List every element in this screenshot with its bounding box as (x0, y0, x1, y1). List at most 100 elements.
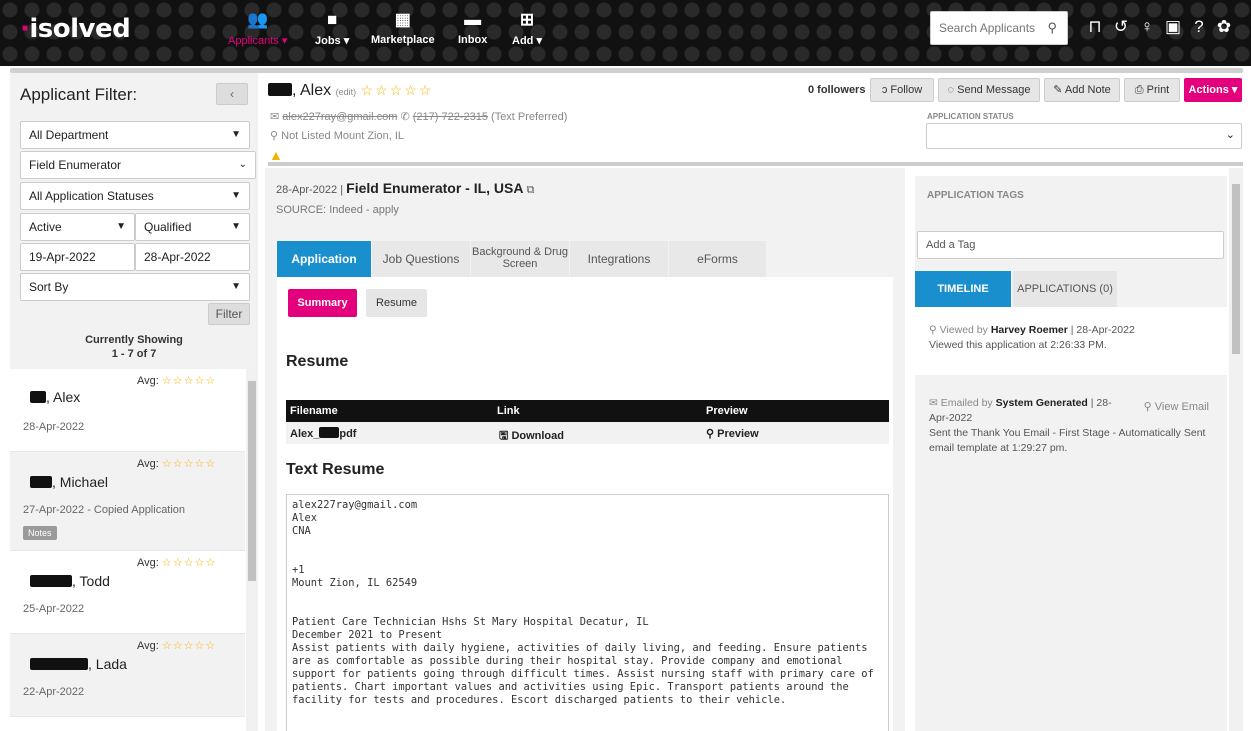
application-tags-label: APPLICATION TAGS (927, 190, 1024, 201)
status-select[interactable]: All Application Statuses▼ (20, 182, 250, 210)
tab-applications[interactable]: APPLICATIONS (0) (1013, 271, 1117, 307)
caret-down-icon: ▼ (231, 214, 241, 240)
subtab-summary[interactable]: Summary (288, 289, 357, 317)
redaction (30, 575, 72, 587)
tab-timeline[interactable]: TIMELINE (915, 271, 1011, 307)
divider (268, 162, 1243, 166)
caret-down-icon: ▼ (116, 214, 126, 240)
phone-link[interactable]: (217) 722-2315 (413, 111, 488, 123)
email-link[interactable]: alex227ray@gmail.com (282, 111, 397, 123)
help-icon[interactable]: ? (1189, 17, 1209, 37)
calendar-icon[interactable]: ▣ (1163, 17, 1183, 37)
search-icon: ⚲ (1144, 401, 1152, 413)
nav-add[interactable]: ⊞ Add ▾ (512, 10, 542, 47)
search-icon: ⚲ (706, 428, 714, 440)
collapse-button[interactable]: ‹ (216, 83, 248, 105)
applicant-list-scrollbar[interactable] (246, 369, 258, 731)
rating-stars-icon[interactable]: ☆☆☆☆☆ (361, 82, 434, 98)
page-scrollbar[interactable] (1229, 168, 1243, 731)
download-link[interactable]: 🖫 Download (499, 427, 564, 446)
chevron-down-icon: ⌄ (1226, 128, 1235, 141)
active-select[interactable]: Active▼ (20, 213, 135, 241)
timeline-item: ✉ Emailed by System Generated | 28-Apr-2… (915, 386, 1227, 466)
redaction (30, 476, 52, 488)
filter-title: Applicant Filter: (20, 85, 137, 105)
search-icon: ⚲ (929, 324, 937, 336)
chevron-down-icon: ⌄ (239, 152, 247, 178)
caret-down-icon: ▼ (231, 183, 241, 209)
applicant-item[interactable]: Avg: ☆☆☆☆☆ , Michael 27-Apr-2022 - Copie… (10, 452, 245, 551)
table-row: Alex_pdf 🖫 Download ⚲ Preview (286, 422, 889, 444)
tab-eforms[interactable]: eForms (669, 241, 766, 277)
printer-icon: ⎙ (1135, 84, 1144, 96)
applicant-name: , Alex (edit) ☆☆☆☆☆ (268, 82, 433, 100)
gear-icon[interactable]: ✿ (1214, 17, 1234, 37)
print-button[interactable]: ⎙ Print (1124, 78, 1180, 102)
plus-box-icon: ⊞ (512, 10, 542, 30)
applicant-filter-panel: Applicant Filter: ‹ All Department▼ Fiel… (10, 73, 258, 731)
applicant-item[interactable]: Avg: ☆☆☆☆☆ , Alex 28-Apr-2022 (10, 369, 245, 452)
phone-icon: ✆ (400, 111, 409, 123)
nav-applicants[interactable]: 👥 Applicants ▾ (228, 10, 287, 47)
tab-background-drug-screen[interactable]: Background & Drug Screen (471, 241, 569, 277)
follow-button[interactable]: ↄ Follow (870, 78, 934, 102)
history-icon[interactable]: ↺ (1111, 17, 1131, 37)
edit-link[interactable]: (edit) (336, 87, 357, 97)
job-select[interactable]: Field Enumerator⌄ (20, 151, 256, 179)
rating-stars-icon: ☆☆☆☆☆ (162, 458, 216, 470)
send-message-button[interactable]: ◌ Send Message (938, 78, 1040, 102)
resume-file-table: Filename Link Preview Alex_pdf 🖫 Downloa… (286, 400, 889, 444)
chat-icon: ◌ (948, 84, 955, 96)
preview-link[interactable]: ⚲ Preview (706, 427, 759, 440)
redaction (30, 391, 46, 403)
qualified-select[interactable]: Qualified▼ (135, 213, 250, 241)
date-to-input[interactable]: 28-Apr-2022 (135, 243, 250, 271)
top-nav: ·isolved 👥 Applicants ▾ ■ Jobs ▾ ▦ Marke… (0, 0, 1251, 66)
department-select[interactable]: All Department▼ (20, 121, 250, 149)
tab-job-questions[interactable]: Job Questions (372, 241, 470, 277)
applicant-item[interactable]: Avg: ☆☆☆☆☆ , Lada 22-Apr-2022 (10, 634, 245, 717)
view-email-link[interactable]: ⚲ View Email (1144, 400, 1209, 415)
date-from-input[interactable]: 19-Apr-2022 (20, 243, 135, 271)
text-resume-body[interactable]: alex227ray@gmail.com Alex CNA +1 Mount Z… (286, 494, 889, 731)
job-title[interactable]: Field Enumerator - IL, USA (346, 180, 523, 196)
redaction (30, 658, 88, 670)
tab-integrations[interactable]: Integrations (570, 241, 668, 277)
store-icon: ▦ (371, 10, 435, 30)
timeline-item: ⚲ Viewed by Harvey Roemer | 28-Apr-2022 … (915, 307, 1227, 375)
sort-select[interactable]: Sort By▼ (20, 273, 250, 301)
nav-inbox[interactable]: ▬ Inbox (458, 10, 487, 46)
warning-icon[interactable]: ▲ (269, 147, 283, 163)
actions-button[interactable]: Actions ▾ (1184, 78, 1242, 102)
location-line: ⚲ Not Listed Mount Zion, IL (270, 129, 404, 142)
caret-down-icon: ▼ (231, 274, 241, 300)
nav-jobs[interactable]: ■ Jobs ▾ (315, 10, 349, 47)
users-icon: 👥 (228, 10, 287, 30)
notes-badge[interactable]: Notes (23, 526, 57, 540)
application-status-select[interactable]: ⌄ (926, 123, 1242, 149)
external-link-icon[interactable]: ⧉ (527, 184, 535, 196)
search-input[interactable] (931, 12, 1036, 44)
applicant-item[interactable]: Avg: ☆☆☆☆☆ , Todd 25-Apr-2022 (10, 551, 245, 634)
followers-count: 0 followers (808, 84, 865, 96)
resume-heading: Resume (286, 353, 348, 371)
rating-stars-icon: ☆☆☆☆☆ (162, 375, 216, 387)
tab-application[interactable]: Application (277, 241, 371, 277)
rating-stars-icon: ☆☆☆☆☆ (162, 557, 216, 569)
search-icon[interactable]: ⚲ (1047, 20, 1057, 36)
bookmark-icon[interactable]: ⊓ (1085, 17, 1105, 37)
source-line: SOURCE: Indeed - apply (276, 204, 399, 216)
add-tag-input[interactable]: Add a Tag (917, 231, 1224, 259)
caret-down-icon: ▼ (231, 122, 241, 148)
redaction (319, 427, 339, 438)
filter-button[interactable]: Filter (208, 303, 250, 325)
filter-form: Applicant Filter: ‹ All Department▼ Fiel… (10, 73, 258, 369)
status-label: APPLICATION STATUS (927, 112, 1014, 121)
isolved-logo[interactable]: ·isolved (20, 14, 130, 44)
rss-icon: ↄ (882, 84, 888, 96)
add-note-button[interactable]: ✎ Add Note (1044, 78, 1120, 102)
chat-icon: ▬ (458, 10, 487, 30)
lightbulb-icon[interactable]: ♀ (1137, 17, 1157, 37)
subtab-resume[interactable]: Resume (366, 289, 427, 317)
nav-marketplace[interactable]: ▦ Marketplace (371, 10, 435, 46)
